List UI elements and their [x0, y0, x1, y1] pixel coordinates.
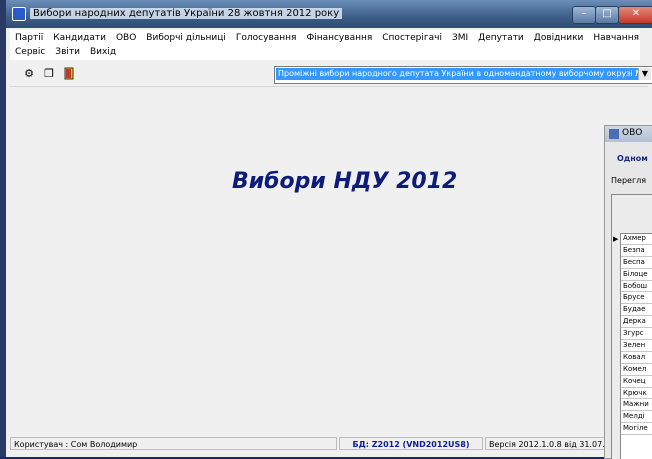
table-row[interactable]: Беспа — [621, 257, 652, 269]
grid-header — [612, 195, 652, 234]
chevron-down-icon[interactable]: ▼ — [638, 68, 651, 80]
status-version: Версія 2012.1.0.8 від 31.07.20 — [485, 437, 610, 450]
minimize-button[interactable]: – — [572, 6, 596, 24]
table-row[interactable]: Мажни — [621, 399, 652, 412]
app-icon — [12, 7, 26, 21]
row-indicator-column — [612, 233, 621, 459]
table-row[interactable]: Дерка — [621, 316, 652, 329]
toolbar: ⚙ ❐ Проміжні вибори народного депутата У… — [10, 62, 652, 87]
workspace: Вибори НДУ 2012 — [10, 87, 652, 434]
table-row[interactable]: Могіле — [621, 423, 652, 436]
table-row[interactable]: Ковал — [621, 352, 652, 364]
table-row[interactable]: Кочец — [621, 376, 652, 388]
table-row[interactable]: Комел — [621, 364, 652, 376]
page-title: Вибори НДУ 2012 — [232, 169, 458, 194]
menu-item-exit[interactable]: Вихід — [85, 45, 121, 59]
election-select-value: Проміжні вибори народного депутата Украї… — [276, 68, 638, 80]
current-row-pointer-icon: ▶ — [613, 235, 619, 243]
menu-item-financing[interactable]: Фінансування — [301, 31, 377, 45]
table-row[interactable]: Бобош — [621, 281, 652, 293]
menu-item-observers[interactable]: Спостерігачі — [377, 31, 447, 45]
main-window: Вибори народних депутатів України 28 жов… — [6, 0, 652, 457]
child-title: ОВО — [622, 128, 643, 138]
menu-item-reports[interactable]: Звіти — [50, 45, 85, 59]
child-title-bar[interactable]: ОВО — [605, 126, 652, 142]
exit-door-icon[interactable] — [62, 67, 76, 81]
connect-icon[interactable]: ⚙ — [22, 67, 36, 81]
table-row[interactable]: Мелді — [621, 411, 652, 424]
status-bar: Користувач : Сом Володимир БД: Z2012 (VN… — [10, 436, 610, 452]
child-app-icon — [609, 129, 619, 139]
menu-item-references[interactable]: Довідники — [529, 31, 589, 45]
table-row[interactable]: Ахмер — [621, 233, 652, 245]
copy-documents-icon[interactable]: ❐ — [42, 67, 56, 81]
menu-item-training[interactable]: Навчання — [588, 31, 644, 45]
child-view-label: Перегля — [611, 176, 647, 185]
ovo-child-window: ОВО Одном Перегля ▶ Ахмер Безпа Беспа Бі… — [604, 125, 652, 459]
menu-item-ovo[interactable]: ОВО — [111, 31, 141, 45]
window-title: Вибори народних депутатів України 28 жов… — [30, 8, 343, 19]
menu-item-polling-stations[interactable]: Виборчі дільниці — [141, 31, 231, 45]
menu-item-service[interactable]: Сервіс — [10, 45, 50, 59]
menu-row-2: Сервіс Звіти Вихід — [10, 45, 121, 59]
menu-item-candidates[interactable]: Кандидати — [48, 31, 111, 45]
menu-item-parties[interactable]: Партії — [10, 31, 48, 45]
menu-item-deputies[interactable]: Депутати — [473, 31, 529, 45]
menu-item-media[interactable]: ЗМІ — [447, 31, 473, 45]
status-user: Користувач : Сом Володимир — [10, 437, 337, 450]
maximize-button[interactable]: □ — [595, 6, 619, 24]
table-row[interactable]: Брусе — [621, 292, 652, 305]
candidates-grid: ▶ Ахмер Безпа Беспа Білоце Бобош Брусе Б… — [611, 194, 652, 459]
election-select[interactable]: Проміжні вибори народного депутата Украї… — [274, 66, 652, 84]
title-bar[interactable]: Вибори народних депутатів України 28 жов… — [6, 0, 652, 28]
menu-bar: Партії Кандидати ОВО Виборчі дільниці Го… — [10, 30, 640, 60]
grid-rows: Ахмер Безпа Беспа Білоце Бобош Брусе Буд… — [621, 233, 652, 436]
close-button[interactable]: ✕ — [618, 6, 652, 24]
table-row[interactable]: Будае — [621, 304, 652, 317]
table-row[interactable]: Згурс — [621, 328, 652, 341]
menu-item-voting[interactable]: Голосування — [231, 31, 302, 45]
status-database: БД: Z2012 (VND2012US8) — [339, 437, 483, 450]
table-row[interactable]: Крючк — [621, 388, 652, 400]
menu-row-1: Партії Кандидати ОВО Виборчі дільниці Го… — [10, 31, 644, 45]
table-row[interactable]: Зелен — [621, 340, 652, 352]
table-row[interactable]: Білоце — [621, 269, 652, 281]
child-section-label: Одном — [617, 154, 648, 163]
table-row[interactable]: Безпа — [621, 245, 652, 257]
